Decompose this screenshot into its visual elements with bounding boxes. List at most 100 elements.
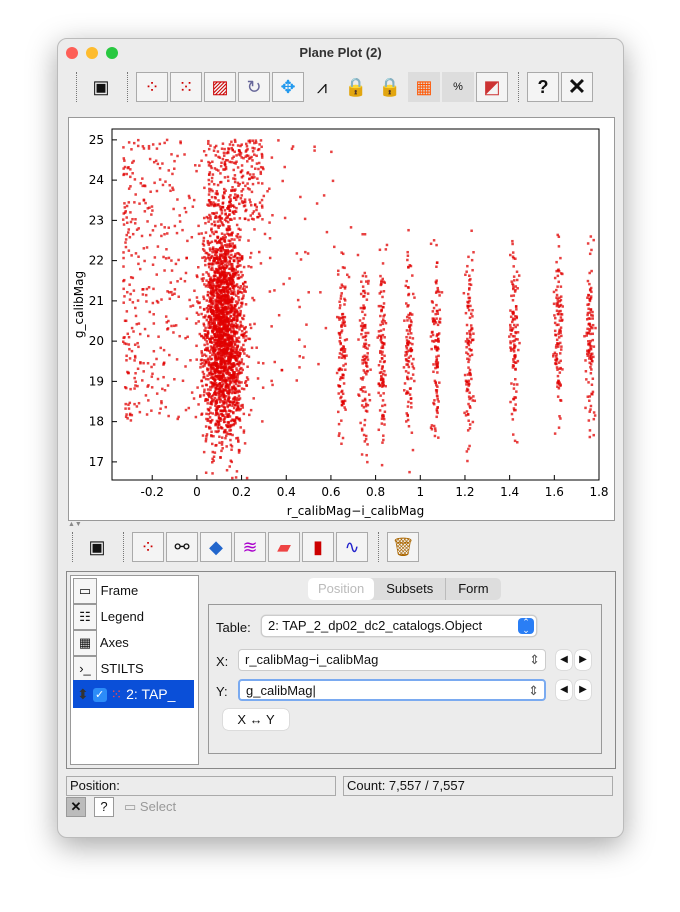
data-point <box>221 351 224 355</box>
sketch-percent-icon[interactable]: % <box>442 72 474 102</box>
data-point <box>437 400 440 403</box>
help-icon[interactable]: ? <box>527 72 559 102</box>
data-point <box>171 186 174 190</box>
data-point <box>224 256 227 260</box>
stack-item-axes[interactable]: ▦ Axes <box>73 630 129 656</box>
data-point <box>253 228 256 231</box>
data-point <box>405 329 409 332</box>
data-point <box>216 278 220 282</box>
data-point <box>207 274 211 278</box>
minimize-window-button[interactable] <box>86 47 98 59</box>
add-position-plot-icon[interactable]: ⁘ <box>132 532 164 562</box>
x-prev-button[interactable]: ◀ <box>556 650 572 670</box>
layer-checkbox[interactable]: ✓ <box>92 688 107 703</box>
add-spectrogram-icon[interactable]: ≋ <box>234 532 266 562</box>
add-area-plot-icon[interactable]: ◆ <box>200 532 232 562</box>
replot-icon[interactable]: ↻ <box>238 72 270 102</box>
data-point <box>363 313 367 317</box>
subset-rect-icon[interactable]: ▨ <box>204 72 236 102</box>
data-point <box>237 184 240 187</box>
tab-subsets[interactable]: Subsets <box>374 578 447 600</box>
add-histogram-icon[interactable]: ▮ <box>302 532 334 562</box>
y-prev-button[interactable]: ◀ <box>556 680 572 700</box>
data-point <box>588 429 592 432</box>
data-point <box>231 404 234 408</box>
stack-item-frame[interactable]: ▭ Frame <box>73 578 138 604</box>
export-icon[interactable]: ◩ <box>476 72 508 102</box>
navigate-icon[interactable]: ✥ <box>272 72 304 102</box>
data-point <box>130 413 134 417</box>
density-icon[interactable]: ▦ <box>408 72 440 102</box>
tab-position[interactable]: Position <box>308 578 375 600</box>
data-point <box>145 413 149 416</box>
data-point <box>364 338 368 342</box>
aux-lock-icon[interactable]: 🔒 <box>340 72 372 102</box>
add-fill-plot-icon[interactable]: ▰ <box>268 532 300 562</box>
data-point <box>553 329 557 333</box>
close-icon[interactable]: ✕ <box>561 72 593 102</box>
subset-blob-icon[interactable]: ⁙ <box>170 72 202 102</box>
data-point <box>468 336 472 339</box>
float-window-icon[interactable]: ▣ <box>81 532 113 562</box>
data-point <box>586 327 589 331</box>
add-pair-plot-icon[interactable]: ⚯ <box>166 532 198 562</box>
data-point <box>133 178 137 181</box>
data-point <box>188 298 191 302</box>
layer-item[interactable]: ⬍ ✓ ⁙ 2: TAP_ <box>73 680 194 708</box>
aux-colour-lock-icon[interactable]: 🔒 <box>374 72 406 102</box>
x-next-button[interactable]: ▶ <box>575 650 591 670</box>
data-point <box>128 347 131 351</box>
data-point <box>239 235 242 239</box>
data-point <box>217 429 220 433</box>
data-point <box>435 394 439 397</box>
data-point <box>559 326 563 329</box>
data-point <box>143 327 147 331</box>
table-select[interactable]: 2: TAP_2_dp02_dc2_catalogs.Object ⌃ ⌄ <box>261 615 537 637</box>
x-input[interactable]: r_calibMag−i_calibMag ⇕ <box>238 649 546 671</box>
axes-measure-icon[interactable]: ⩘ <box>306 72 338 102</box>
data-point <box>232 168 235 172</box>
data-point <box>133 402 136 406</box>
scatter-plot[interactable]: -0.2 0 0.2 0.4 0.6 0.8 1 1.2 1.4 1.6 1.81718192021… <box>69 118 616 522</box>
split-divider[interactable]: ▲▼ <box>68 521 615 529</box>
help-button[interactable]: ? <box>94 797 114 817</box>
data-point <box>512 364 516 368</box>
window-icon[interactable]: ▣ <box>85 72 117 102</box>
data-point <box>238 238 241 242</box>
swap-xy-button[interactable]: X ↔ Y <box>223 709 289 730</box>
data-point <box>249 408 253 412</box>
zoom-window-button[interactable] <box>106 47 118 59</box>
tab-form[interactable]: Form <box>446 578 500 600</box>
data-point <box>215 241 219 245</box>
data-point <box>467 419 470 422</box>
cancel-button[interactable]: ✕ <box>66 797 86 817</box>
y-next-button[interactable]: ▶ <box>575 680 591 700</box>
delete-layer-icon[interactable]: 🗑 <box>387 532 419 562</box>
data-point <box>467 402 470 406</box>
close-window-button[interactable] <box>66 47 78 59</box>
data-point <box>324 326 328 330</box>
data-point <box>223 342 227 346</box>
data-point <box>243 442 247 445</box>
stack-item-stilts[interactable]: ›_ STILTS <box>73 656 144 682</box>
data-point <box>237 451 241 454</box>
data-point <box>164 257 168 260</box>
data-point <box>514 403 517 406</box>
stack-item-legend[interactable]: ☷ Legend <box>73 604 144 630</box>
data-point <box>218 288 221 292</box>
data-point <box>212 399 216 402</box>
data-point <box>359 388 362 391</box>
plot-lines-icon[interactable]: ⁘ <box>136 72 168 102</box>
data-point <box>216 235 220 239</box>
data-point <box>134 252 138 255</box>
data-point <box>208 283 212 287</box>
data-point <box>226 175 230 179</box>
add-function-icon[interactable]: ∿ <box>336 532 368 562</box>
plot-panel[interactable]: -0.2 0 0.2 0.4 0.6 0.8 1 1.2 1.4 1.6 1.8 17 18 19 20 21… <box>68 117 615 521</box>
data-point <box>413 379 416 383</box>
data-point <box>242 285 246 288</box>
data-point <box>436 371 439 374</box>
select-button[interactable]: ▭ Select <box>124 799 176 815</box>
data-point <box>509 326 512 329</box>
y-input[interactable]: g_calibMag| ⇕ <box>238 679 546 701</box>
